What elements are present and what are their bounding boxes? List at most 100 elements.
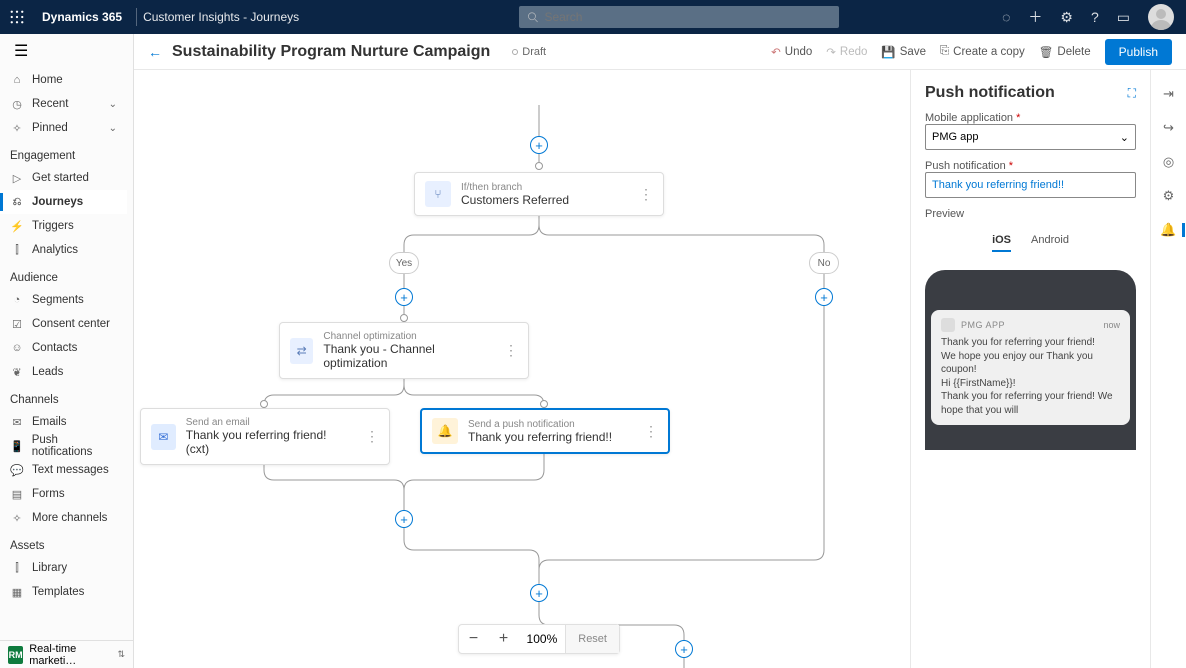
app-launcher[interactable]	[0, 10, 34, 24]
notif-app-icon	[941, 318, 955, 332]
help-icon[interactable]: ?	[1091, 9, 1099, 25]
phone-preview: PMG APP now Thank you for referring your…	[925, 270, 1136, 450]
node-more-icon[interactable]: ⋮	[494, 342, 518, 359]
chevron-down-icon: ⌄	[109, 123, 117, 134]
sidebar-item-triggers[interactable]: ⚡Triggers	[0, 214, 127, 238]
search-input[interactable]	[544, 10, 831, 24]
rail-gear-icon[interactable]: ⚙	[1163, 188, 1175, 204]
notif-time: now	[1103, 320, 1120, 330]
avatar[interactable]	[1148, 4, 1174, 30]
node-more-icon[interactable]: ⋮	[629, 186, 653, 203]
nav-header-engagement: Engagement	[0, 140, 127, 166]
sidebar-item-consent[interactable]: ☑Consent center	[0, 312, 127, 336]
area-badge: RM	[8, 646, 23, 664]
flow-node-branch[interactable]: ⑂ If/then branchCustomers Referred ⋮	[414, 172, 664, 216]
flow-node-email[interactable]: ✉ Send an emailThank you referring frien…	[140, 408, 390, 465]
add-step-button[interactable]: +	[815, 288, 833, 306]
undo-button[interactable]: ↶Undo	[771, 45, 812, 59]
decision-yes[interactable]: Yes	[389, 252, 419, 274]
pin-icon: ✧	[10, 122, 24, 135]
status-dot-icon	[512, 49, 518, 55]
templates-icon: ▦	[10, 586, 24, 599]
app-label: Mobile application *	[925, 112, 1136, 124]
preview-tabs: iOS Android	[925, 234, 1136, 252]
status-badge: Draft	[512, 46, 546, 58]
command-bar: ← Sustainability Program Nurture Campaig…	[134, 34, 1186, 70]
notification-card: PMG APP now Thank you for referring your…	[931, 310, 1130, 425]
node-more-icon[interactable]: ⋮	[634, 423, 658, 440]
sidebar-item-segments[interactable]: ◔Segments	[0, 288, 127, 312]
branch-icon: ⑂	[425, 181, 451, 207]
sub-brand: Customer Insights - Journeys	[143, 10, 299, 24]
rail-bell-icon[interactable]: 🔔	[1160, 222, 1176, 238]
add-step-button[interactable]: +	[395, 288, 413, 306]
sidebar-item-emails[interactable]: ✉Emails	[0, 410, 127, 434]
flow-node-optimization[interactable]: ⇄ Channel optimizationThank you - Channe…	[279, 322, 529, 379]
zoom-reset-button[interactable]: Reset	[565, 625, 619, 653]
redo-button[interactable]: ↷Redo	[826, 45, 867, 59]
node-more-icon[interactable]: ⋮	[355, 428, 379, 445]
rail-expand-icon[interactable]: ⇥	[1163, 86, 1174, 102]
add-step-button[interactable]: +	[530, 584, 548, 602]
rail-exit-icon[interactable]: ↪	[1163, 120, 1174, 136]
updown-icon: ⇅	[117, 649, 125, 660]
flow-connector-dot	[260, 400, 268, 408]
email-icon: ✉	[151, 424, 176, 450]
topbar-right: ◌ ＋ ⚙ ? ▭	[1002, 4, 1186, 30]
sidebar-toggle[interactable]: ☰	[0, 34, 133, 68]
zoom-out-button[interactable]: −	[459, 630, 489, 648]
sidebar-item-home[interactable]: ⌂Home	[0, 68, 127, 92]
sidebar-item-push[interactable]: 📱Push notifications	[0, 434, 127, 458]
lightbulb-icon[interactable]: ◌	[1002, 9, 1010, 25]
rail-target-icon[interactable]: ◎	[1163, 154, 1174, 170]
push-input[interactable]: Thank you referring friend!!	[925, 172, 1136, 198]
sidebar-item-journeys[interactable]: ⎌Journeys	[0, 190, 127, 214]
push-label: Push notification *	[925, 160, 1136, 172]
plus-icon[interactable]: ＋	[1028, 7, 1042, 27]
back-button[interactable]: ←	[148, 44, 162, 60]
flm-connector-dot	[535, 162, 543, 170]
decision-no[interactable]: No	[809, 252, 839, 274]
sidebar-item-leads[interactable]: ❦Leads	[0, 360, 127, 384]
journey-canvas[interactable]: + ⑂ If/then branchCustomers Referred ⋮ Y…	[134, 70, 910, 668]
publish-button[interactable]: Publish	[1105, 39, 1172, 65]
chat-icon[interactable]: ▭	[1117, 9, 1130, 26]
sidebar-item-forms[interactable]: ▤Forms	[0, 482, 127, 506]
save-button[interactable]: 💾Save	[881, 45, 926, 59]
sidebar-item-analytics[interactable]: ⫿Analytics	[0, 238, 127, 262]
search-box[interactable]	[519, 6, 839, 28]
add-step-button[interactable]: +	[395, 510, 413, 528]
sidebar-item-library[interactable]: ⫿Library	[0, 556, 127, 580]
tab-ios[interactable]: iOS	[992, 234, 1011, 252]
properties-panel: Push notification ⛶ Mobile application *…	[910, 70, 1150, 668]
sidebar-item-recent[interactable]: ◷Recent⌄	[0, 92, 127, 116]
flow-node-push[interactable]: 🔔 Send a push notificationThank you refe…	[420, 408, 670, 454]
area-switcher[interactable]: RM Real-time marketi… ⇅	[0, 640, 133, 668]
forms-icon: ▤	[10, 488, 24, 501]
add-step-button[interactable]: +	[530, 136, 548, 154]
copy-button[interactable]: ⎘Create a copy	[940, 45, 1025, 58]
sidebar-item-contacts[interactable]: ☺Contacts	[0, 336, 127, 360]
consent-icon: ☑	[10, 318, 24, 331]
brand: Dynamics 365	[34, 10, 130, 24]
preview-label: Preview	[925, 208, 1136, 220]
play-icon: ▷	[10, 172, 24, 185]
zoom-in-button[interactable]: +	[489, 630, 519, 648]
chevron-down-icon: ⌄	[109, 99, 117, 110]
copy-icon: ⎘	[940, 45, 949, 58]
area-label: Real-time marketi…	[29, 643, 111, 667]
undo-icon: ↶	[771, 45, 781, 59]
app-select[interactable]: PMG app⌄	[925, 124, 1136, 150]
top-bar: Dynamics 365 Customer Insights - Journey…	[0, 0, 1186, 34]
add-step-button[interactable]: +	[675, 640, 693, 658]
expand-icon[interactable]: ⛶	[1128, 86, 1136, 101]
sidebar-item-text[interactable]: 💬Text messages	[0, 458, 127, 482]
sidebar-item-get-started[interactable]: ▷Get started	[0, 166, 127, 190]
sidebar-item-templates[interactable]: ▦Templates	[0, 580, 127, 604]
sidebar-item-pinned[interactable]: ✧Pinned⌄	[0, 116, 127, 140]
tab-android[interactable]: Android	[1031, 234, 1069, 252]
text-icon: 💬	[10, 464, 24, 477]
gear-icon[interactable]: ⚙	[1060, 9, 1073, 26]
delete-button[interactable]: 🗑Delete	[1039, 45, 1091, 59]
sidebar-item-more-channels[interactable]: ✧More channels	[0, 506, 127, 530]
